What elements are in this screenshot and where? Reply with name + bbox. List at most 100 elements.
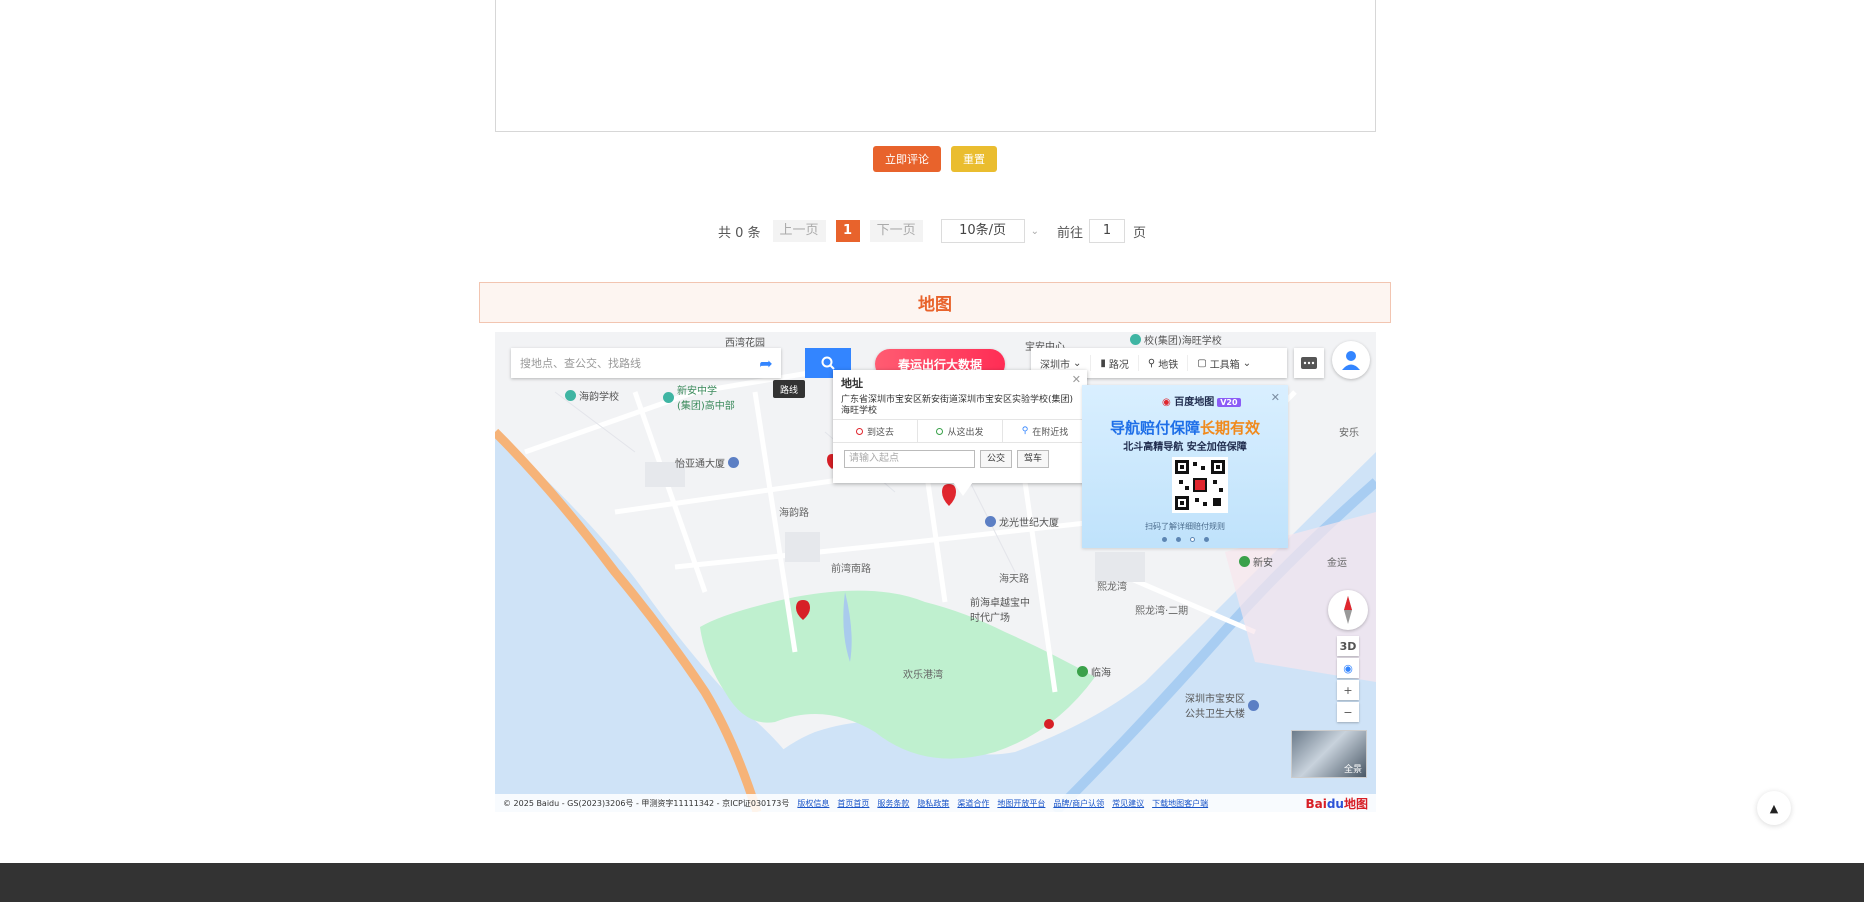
page: { "comment": { "submit_label": "立即评论", "… — [0, 0, 1864, 902]
footer-link[interactable]: 品牌/商户认领 — [1053, 798, 1104, 809]
poi-xinan-high[interactable]: 新安中学 (集团)高中部 — [663, 382, 735, 412]
user-button[interactable] — [1332, 341, 1370, 379]
subway-icon: ⚲ — [1147, 357, 1156, 369]
poi-qianhai[interactable]: 前海卓越宝中 时代广场 — [970, 594, 1030, 624]
zoom-out-button[interactable]: − — [1337, 702, 1359, 722]
info-window-address: 广东省深圳市宝安区新安街道深圳市宝安区实验学校(集团)海旺学校 — [841, 395, 1074, 416]
bus-button[interactable]: 公交 — [980, 450, 1013, 468]
traffic-icon: ▮ — [1100, 357, 1106, 369]
close-icon[interactable]: ✕ — [1271, 391, 1280, 404]
map-footer: © 2025 Baidu - GS(2023)3206号 - 甲测资字11111… — [495, 794, 1376, 812]
label-qianwan-road: 前湾南路 — [831, 564, 871, 575]
info-window: 地址 ✕ 广东省深圳市宝安区新安街道深圳市宝安区实验学校(集团)海旺学校 到这去… — [833, 370, 1087, 496]
compass-control[interactable] — [1328, 590, 1368, 630]
message-icon — [1301, 357, 1317, 369]
poi-linhai[interactable]: 临海 — [1077, 664, 1111, 679]
city-select[interactable]: 深圳市 ⌄ — [1031, 355, 1092, 371]
info-window-tabs: 到这去 从这出发 ⚲ 在附近找 — [833, 419, 1087, 443]
back-to-top-button[interactable]: ▲ — [1757, 791, 1791, 825]
footer-link[interactable]: 首页首页 — [837, 798, 869, 809]
label-ban: 安乐 — [1339, 428, 1359, 439]
current-page[interactable]: 1 — [835, 220, 860, 242]
label-jinyun: 金运 — [1327, 558, 1347, 569]
info-window-title: 地址 — [841, 377, 863, 390]
route-tooltip: 路线 — [773, 380, 805, 398]
traffic-button[interactable]: ▮ 路况 — [1091, 355, 1139, 371]
locate-button[interactable]: ◉ — [1337, 658, 1359, 678]
ad-carousel-dots[interactable] — [1082, 537, 1288, 542]
comment-textarea[interactable] — [495, 0, 1376, 132]
poi-xinan-station[interactable]: 新安 — [1239, 554, 1273, 569]
poi-xiwan[interactable]: 西湾花园 — [725, 334, 765, 349]
next-page-button[interactable]: 下一页 — [869, 220, 923, 242]
route-input-row: 请输入起点 公交 驾车 — [844, 450, 1050, 468]
chevron-down-icon: ⌄ — [1073, 357, 1082, 369]
toolbox-icon: ▢ — [1197, 357, 1207, 369]
footer-link[interactable]: 下载地图客户端 — [1152, 798, 1208, 809]
compass-icon — [1344, 596, 1352, 624]
start-point-input[interactable]: 请输入起点 — [844, 450, 975, 468]
arrow-up-icon: ▲ — [1769, 801, 1779, 815]
search-icon — [821, 356, 835, 370]
poi-hospital[interactable]: 深圳市宝安区 公共卫生大楼 — [1185, 690, 1259, 720]
footer-link[interactable]: 地图开放平台 — [997, 798, 1045, 809]
location-pin-icon: ◉ — [1162, 397, 1171, 408]
locate-icon: ◉ — [1343, 661, 1353, 675]
user-icon — [1342, 351, 1360, 370]
tab-nearby[interactable]: ⚲ 在附近找 — [1003, 420, 1087, 442]
reset-button[interactable]: 重置 — [951, 146, 997, 172]
footer-link[interactable]: 服务条款 — [877, 798, 909, 809]
tools-button[interactable]: ▢ 工具箱 ⌄ — [1188, 355, 1260, 371]
label-xilong2: 熙龙湾·二期 — [1135, 606, 1189, 617]
panorama-thumbnail[interactable]: 全景 — [1291, 730, 1367, 778]
label-xilong: 熙龙湾 — [1097, 582, 1127, 593]
ad-caption: 扫码了解详细赔付规则 — [1145, 522, 1225, 531]
ad-brand: ◉ 百度地图 V20 — [1162, 393, 1241, 408]
chevron-down-icon: ⌄ — [1242, 357, 1252, 369]
3d-toggle-button[interactable]: 3D — [1337, 636, 1359, 656]
submit-comment-button[interactable]: 立即评论 — [873, 146, 941, 172]
poi-haiyun-school[interactable]: 海韵学校 — [565, 388, 619, 403]
ad-panel[interactable]: ✕ ◉ 百度地图 V20 导航赔付保障长期有效 北斗高精导航 安全加倍保障 扫码了… — [1082, 385, 1288, 548]
zoom-in-button[interactable]: + — [1337, 680, 1359, 700]
label-lake: 欢乐港湾 — [903, 670, 943, 681]
goto-label: 前往 — [1056, 225, 1083, 241]
drive-button[interactable]: 驾车 — [1017, 450, 1050, 468]
map-canvas[interactable]: 海韵学校 新安中学 (集团)高中部 怡亚通大厦 宝安中心 校(集团)海旺学校 西… — [495, 332, 1376, 812]
subway-button[interactable]: ⚲ 地铁 — [1139, 355, 1189, 371]
page-footer — [0, 863, 1864, 902]
footer-link[interactable]: 隐私政策 — [917, 798, 949, 809]
page-size-select[interactable]: 10条/页 — [940, 219, 1025, 243]
goto-page-input[interactable]: 1 — [1088, 219, 1125, 243]
poi-yitong[interactable]: 怡亚通大厦 — [675, 455, 739, 470]
poi-school2[interactable]: 校(集团)海旺学校 — [1130, 332, 1222, 347]
ad-headline: 导航赔付保障长期有效 — [1109, 419, 1261, 437]
tab-go-here[interactable]: 到这去 — [833, 420, 918, 442]
chevron-down-icon[interactable]: ⌄ — [1031, 226, 1039, 237]
prev-page-button[interactable]: 上一页 — [772, 220, 826, 242]
label-haiyuan-road: 海韵路 — [779, 508, 809, 519]
poi-longguang[interactable]: 龙光世纪大厦 — [985, 514, 1059, 529]
info-window-pointer — [953, 482, 973, 496]
search-icon: ⚲ — [1021, 426, 1029, 436]
pagination: 共 0 条 上一页 1 下一页 10条/页 ⌄ 前往 1 页 — [718, 218, 1146, 244]
map-section-header: 地图 — [479, 282, 1391, 323]
footer-link[interactable]: 渠道合作 — [957, 798, 989, 809]
route-icon[interactable]: ➦ — [751, 348, 781, 378]
map-section-title: 地图 — [918, 295, 952, 315]
qr-code — [1172, 457, 1228, 513]
total-count: 共 0 条 — [718, 225, 761, 241]
message-button[interactable] — [1294, 348, 1324, 378]
map-search-input[interactable]: 搜地点、查公交、找路线 — [511, 355, 751, 371]
close-icon[interactable]: ✕ — [1072, 373, 1081, 386]
footer-link[interactable]: 版权信息 — [797, 798, 829, 809]
tab-start-here[interactable]: 从这出发 — [918, 420, 1003, 442]
baidu-map-logo[interactable]: Baidu地图 — [1305, 795, 1368, 812]
page-unit-label: 页 — [1132, 225, 1146, 241]
ad-subline: 北斗高精导航 安全加倍保障 — [1123, 442, 1247, 453]
map-search-bar[interactable]: 搜地点、查公交、找路线 ➦ — [511, 348, 781, 378]
footer-link[interactable]: 常见建议 — [1112, 798, 1144, 809]
destination-icon — [855, 427, 863, 435]
origin-icon — [936, 427, 944, 435]
label-haitian-road: 海天路 — [999, 574, 1029, 585]
